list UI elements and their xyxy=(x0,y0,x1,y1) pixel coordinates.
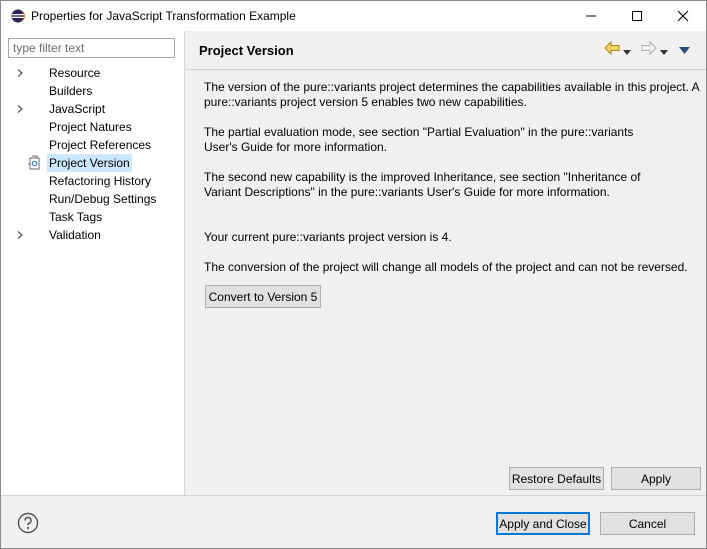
arrow-right-icon xyxy=(641,40,657,56)
project-version-icon xyxy=(28,155,40,170)
footer-separator xyxy=(1,495,706,496)
tree-item-label: Project Version xyxy=(47,154,132,172)
category-tree: Resource Builders JavaScript Project Nat… xyxy=(1,64,185,244)
tree-item-label: Project Natures xyxy=(49,120,132,134)
tree-item-project-references[interactable]: Project References xyxy=(1,136,185,154)
title-bar: Properties for JavaScript Transformation… xyxy=(1,1,706,31)
page-title: Project Version xyxy=(199,43,294,58)
cancel-button[interactable]: Cancel xyxy=(600,512,695,535)
tree-item-task-tags[interactable]: Task Tags xyxy=(1,208,185,226)
tree-item-label: Run/Debug Settings xyxy=(49,192,157,206)
restore-defaults-button[interactable]: Restore Defaults xyxy=(509,467,604,490)
chevron-right-icon[interactable] xyxy=(15,68,25,78)
eclipse-icon xyxy=(11,9,25,23)
tree-item-run-debug-settings[interactable]: Run/Debug Settings xyxy=(1,190,185,208)
tree-item-javascript[interactable]: JavaScript xyxy=(1,100,185,118)
caret-down-icon xyxy=(660,50,668,55)
tree-item-label: Refactoring History xyxy=(49,174,152,188)
close-icon xyxy=(677,10,689,22)
properties-dialog: Properties for JavaScript Transformation… xyxy=(0,0,707,549)
maximize-button[interactable] xyxy=(614,1,660,31)
tree-item-project-version[interactable]: Project Version xyxy=(1,154,185,172)
tree-item-validation[interactable]: Validation xyxy=(1,226,185,244)
apply-and-close-button[interactable]: Apply and Close xyxy=(496,512,590,535)
current-version-text: Your current pure::variants project vers… xyxy=(204,230,452,244)
view-menu-icon xyxy=(679,47,690,54)
chevron-right-icon[interactable] xyxy=(15,104,25,114)
partial-evaluation-text: The partial evaluation mode, see section… xyxy=(204,125,634,154)
close-button[interactable] xyxy=(660,1,706,31)
back-menu-button[interactable] xyxy=(623,45,631,59)
forward-button[interactable] xyxy=(641,40,657,58)
minimize-button[interactable] xyxy=(568,1,614,31)
description-text: The version of the pure::variants projec… xyxy=(204,80,699,109)
tree-item-refactoring-history[interactable]: Refactoring History xyxy=(1,172,185,190)
view-menu-button[interactable] xyxy=(679,44,690,58)
tree-item-label: Project References xyxy=(49,138,152,152)
chevron-right-icon[interactable] xyxy=(15,230,25,240)
tree-item-label: Resource xyxy=(49,66,101,80)
back-button[interactable] xyxy=(604,40,620,58)
tree-item-label: JavaScript xyxy=(49,102,106,116)
conversion-warning-text: The conversion of the project will chang… xyxy=(204,260,688,274)
convert-button[interactable]: Convert to Version 5 xyxy=(205,285,321,308)
tree-item-label: Validation xyxy=(49,228,101,242)
tree-item-label: Task Tags xyxy=(49,210,103,224)
tree-item-resource[interactable]: Resource xyxy=(1,64,185,82)
caret-down-icon xyxy=(623,50,631,55)
filter-input[interactable] xyxy=(8,38,175,58)
tree-item-label: Builders xyxy=(49,84,93,98)
separator xyxy=(186,69,706,70)
tree-item-project-natures[interactable]: Project Natures xyxy=(1,118,185,136)
help-icon[interactable] xyxy=(17,512,39,534)
property-page: Project Version The version of the pure:… xyxy=(186,31,706,495)
apply-button[interactable]: Apply xyxy=(611,467,701,490)
forward-menu-button[interactable] xyxy=(660,45,668,59)
inheritance-text: The second new capability is the improve… xyxy=(204,170,641,199)
page-navigation xyxy=(604,40,700,59)
minimize-icon xyxy=(586,15,596,17)
arrow-left-icon xyxy=(604,40,620,56)
category-panel: Resource Builders JavaScript Project Nat… xyxy=(1,31,185,495)
maximize-icon xyxy=(632,11,642,21)
window-title: Properties for JavaScript Transformation… xyxy=(31,9,296,23)
tree-item-builders[interactable]: Builders xyxy=(1,82,185,100)
